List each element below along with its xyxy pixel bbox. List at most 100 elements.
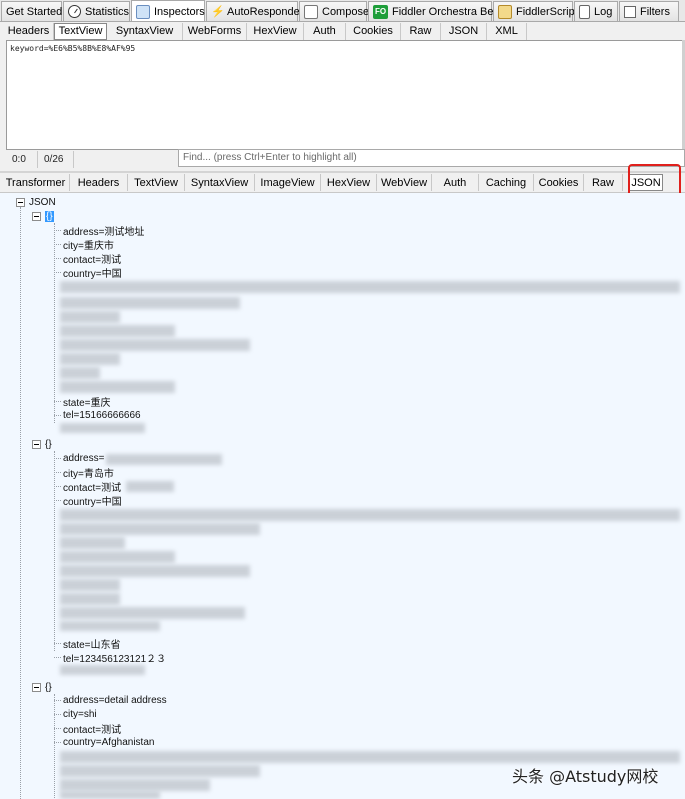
redacted-region	[60, 523, 260, 535]
tree-object-label: {}	[45, 211, 54, 222]
redacted-region	[60, 537, 125, 549]
redacted-region	[60, 509, 680, 521]
response-tab-cookies[interactable]: Cookies	[534, 174, 584, 191]
tree-guide-line	[20, 207, 21, 799]
redacted-region	[60, 665, 145, 675]
redacted-region	[60, 311, 120, 323]
request-body-panel[interactable]: keyword=%E6%B5%8B%E8%AF%95	[6, 40, 685, 150]
collapse-toggle[interactable]	[32, 440, 41, 449]
char-count: 0/26	[38, 150, 74, 168]
tree-leaf[interactable]: city=青岛市	[54, 466, 114, 480]
tree-object-node[interactable]: {}	[32, 681, 52, 694]
collapse-toggle[interactable]	[32, 683, 41, 692]
tab-inspectors[interactable]: Inspectors	[131, 0, 205, 21]
response-tab-textview[interactable]: TextView	[128, 174, 185, 191]
tree-leaf[interactable]: country=中国	[54, 266, 122, 280]
request-tab-cookies[interactable]: Cookies	[346, 22, 401, 40]
collapse-toggle[interactable]	[32, 212, 41, 221]
redacted-region	[60, 381, 175, 393]
checkbox-icon[interactable]	[624, 5, 636, 18]
tree-leaf[interactable]: contact=测试	[54, 252, 121, 266]
redacted-region	[60, 423, 145, 433]
redacted-region	[60, 791, 160, 799]
tab-label: Filters	[640, 5, 670, 18]
tab-label: FiddlerScript	[516, 5, 578, 18]
response-tab-imageview[interactable]: ImageView	[255, 174, 321, 191]
tree-leaf[interactable]: tel=123456123121２３	[54, 651, 166, 665]
tab-label: Fiddler Orchestra Beta	[392, 5, 503, 18]
response-tab-transformer[interactable]: Transformer	[2, 174, 70, 191]
redacted-region	[60, 593, 120, 605]
redacted-region	[60, 779, 210, 791]
tree-object-node[interactable]: {}	[32, 438, 52, 451]
redacted-region	[60, 367, 100, 379]
response-tab-hexview[interactable]: HexView	[321, 174, 377, 191]
tab-label: Log	[594, 5, 613, 18]
tab-autoresponder[interactable]: ⚡ AutoResponder	[206, 1, 303, 21]
tab-filters[interactable]: Filters	[619, 1, 679, 21]
tab-get-started[interactable]: Get Started	[1, 1, 62, 21]
request-tab-headers[interactable]: Headers	[4, 22, 54, 40]
request-tab-json[interactable]: JSON	[441, 22, 487, 40]
request-tab-bar: Headers TextView SyntaxView WebForms Hex…	[0, 22, 685, 40]
tree-leaf[interactable]: tel=15166666666	[54, 409, 141, 422]
request-tab-syntaxview[interactable]: SyntaxView	[107, 22, 183, 40]
tree-leaf[interactable]: city=重庆市	[54, 238, 114, 252]
tree-leaf[interactable]: state=重庆	[54, 395, 111, 409]
tree-root-label: JSON	[29, 197, 56, 208]
response-tab-webview[interactable]: WebView	[377, 174, 432, 191]
request-tab-hexview[interactable]: HexView	[247, 22, 304, 40]
tab-log[interactable]: Log	[574, 1, 618, 21]
tree-object-label: {}	[45, 439, 52, 450]
response-tab-raw[interactable]: Raw	[584, 174, 623, 191]
request-tab-xml[interactable]: XML	[487, 22, 527, 40]
tree-leaf[interactable]: address=测试地址	[54, 224, 144, 238]
redacted-region	[60, 297, 240, 309]
redacted-region	[126, 481, 174, 492]
tree-leaf[interactable]: address=detail address	[54, 694, 167, 707]
response-tab-headers[interactable]: Headers	[70, 174, 128, 191]
redacted-region	[60, 353, 120, 365]
tab-label: Inspectors	[154, 5, 205, 18]
tree-leaf[interactable]: country=Afghanistan	[54, 736, 154, 749]
tree-leaf[interactable]: city=shi	[54, 708, 97, 721]
tree-leaf[interactable]: address=	[54, 452, 104, 465]
tab-fiddlerscript[interactable]: FiddlerScript	[493, 1, 578, 21]
log-icon	[579, 4, 590, 19]
response-tab-json[interactable]: JSON	[629, 174, 663, 191]
request-body-text[interactable]: keyword=%E6%B5%8B%E8%AF%95	[7, 41, 684, 56]
response-tab-caching[interactable]: Caching	[479, 174, 534, 191]
redacted-region	[60, 621, 160, 631]
request-tab-textview[interactable]: TextView	[54, 22, 107, 40]
tree-root[interactable]: JSON	[16, 196, 56, 209]
request-tab-raw[interactable]: Raw	[401, 22, 441, 40]
json-tree[interactable]: JSON {} address=测试地址 city=重庆市 contact=测试…	[0, 193, 685, 799]
tab-label: Statistics	[85, 5, 130, 18]
redacted-region	[106, 454, 222, 465]
tree-leaf[interactable]: state=山东省	[54, 637, 121, 651]
collapse-toggle[interactable]	[16, 198, 25, 207]
stopwatch-icon	[68, 5, 81, 18]
fo-icon: FO	[373, 4, 388, 19]
tree-object-node[interactable]: {}	[32, 210, 54, 223]
redacted-region	[60, 565, 250, 577]
redacted-region	[60, 579, 120, 591]
script-icon	[498, 4, 512, 19]
request-tab-webforms[interactable]: WebForms	[183, 22, 247, 40]
tree-leaf[interactable]: country=中国	[54, 494, 122, 508]
find-input[interactable]: Find... (press Ctrl+Enter to highlight a…	[178, 149, 685, 167]
compose-icon	[304, 4, 318, 19]
tab-statistics[interactable]: Statistics	[63, 1, 130, 21]
tree-object-label: {}	[45, 682, 52, 693]
response-tab-auth[interactable]: Auth	[432, 174, 479, 191]
tab-fiddler-orchestra[interactable]: FO Fiddler Orchestra Beta	[368, 1, 503, 21]
request-tab-auth[interactable]: Auth	[304, 22, 346, 40]
watermark: 头条 @Atstudy网校	[512, 767, 659, 786]
tab-composer[interactable]: Composer	[299, 1, 373, 21]
tree-leaf[interactable]: contact=测试	[54, 480, 121, 494]
tree-leaf[interactable]: contact=测试	[54, 722, 121, 736]
response-tab-syntaxview[interactable]: SyntaxView	[185, 174, 255, 191]
redacted-region	[60, 339, 250, 351]
redacted-region	[60, 325, 175, 337]
cursor-position: 0:0	[6, 150, 38, 168]
